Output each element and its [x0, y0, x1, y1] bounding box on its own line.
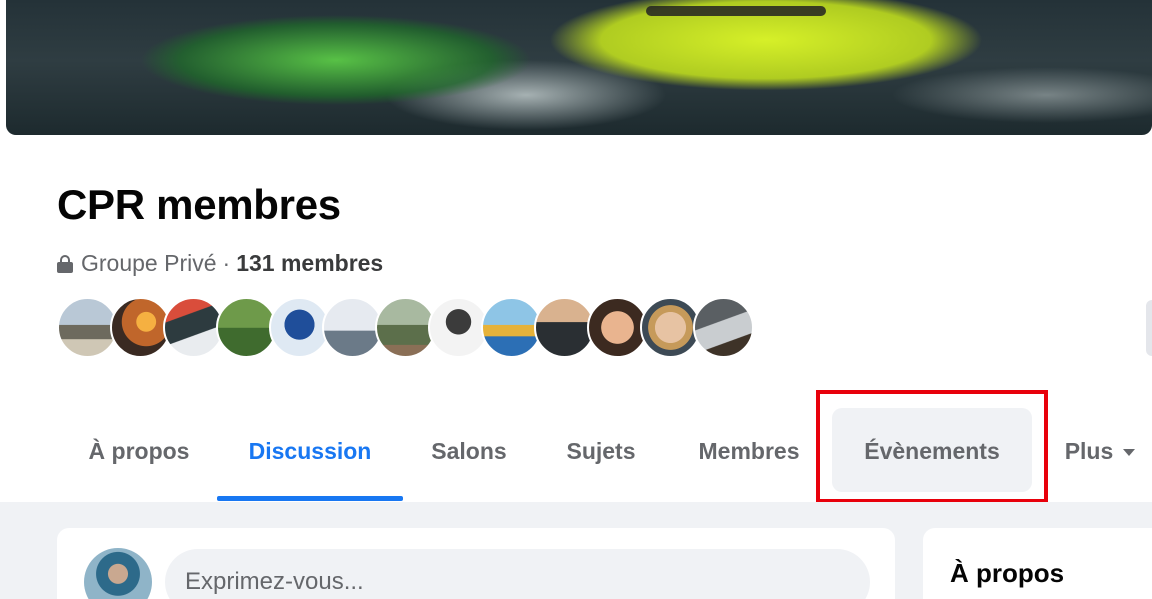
avatar[interactable] [375, 297, 436, 358]
meta-separator: · [222, 250, 231, 276]
group-privacy[interactable]: Groupe Privé [81, 250, 217, 277]
avatar[interactable] [269, 297, 330, 358]
avatar[interactable] [640, 297, 701, 358]
tab-more[interactable]: Plus [1048, 406, 1152, 496]
tab-discussion[interactable]: Discussion [217, 406, 403, 496]
tab-more-label: Plus [1064, 437, 1114, 464]
avatar[interactable] [322, 297, 383, 358]
group-page: CPR membres Groupe Privé · 131 membres À… [0, 0, 1152, 599]
avatar[interactable] [693, 297, 754, 358]
avatar[interactable] [57, 297, 118, 358]
avatar[interactable] [110, 297, 171, 358]
tab-topics[interactable]: Sujets [547, 406, 655, 496]
avatar[interactable] [481, 297, 542, 358]
avatar[interactable] [534, 297, 595, 358]
about-card-title: À propos [950, 558, 1065, 588]
caret-down-icon [1123, 448, 1136, 456]
post-composer: Exprimez-vous... [57, 528, 895, 599]
cover-photo[interactable] [6, 0, 1152, 135]
composer-input[interactable]: Exprimez-vous... [165, 549, 870, 599]
join-button-edge[interactable] [1146, 300, 1152, 356]
active-tab-indicator [217, 496, 403, 501]
member-avatars [57, 297, 754, 358]
tab-rooms[interactable]: Salons [414, 406, 524, 496]
avatar[interactable] [84, 548, 152, 599]
tab-members[interactable]: Membres [678, 406, 820, 496]
avatar[interactable] [587, 297, 648, 358]
cover-photo-detail [646, 6, 826, 16]
avatar[interactable] [216, 297, 277, 358]
about-card: À propos [923, 528, 1152, 599]
member-count[interactable]: 131 membres [236, 250, 383, 277]
annotation-highlight-box [816, 390, 1048, 503]
avatar[interactable] [428, 297, 489, 358]
group-name[interactable]: CPR membres [57, 181, 341, 229]
tab-about[interactable]: À propos [66, 406, 212, 496]
group-meta: Groupe Privé · 131 membres [57, 250, 383, 277]
avatar[interactable] [163, 297, 224, 358]
lock-icon [57, 254, 73, 273]
